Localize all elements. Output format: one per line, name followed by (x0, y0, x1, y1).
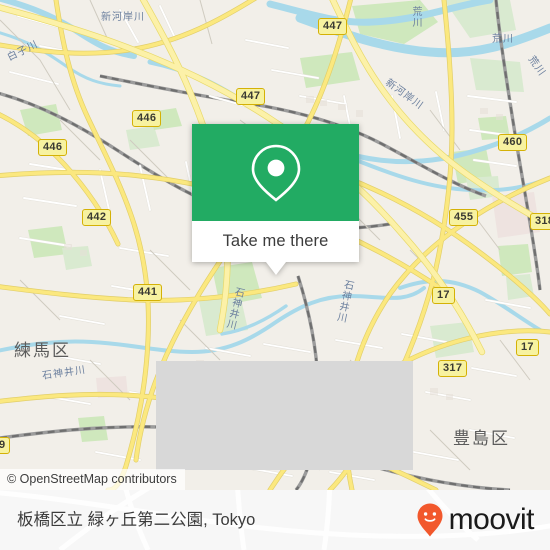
map-label-river: 新河岸川 (101, 12, 145, 23)
map-tile-placeholder (156, 361, 413, 470)
map-label-river: 荒川 (410, 6, 421, 28)
map-pin-icon (251, 144, 300, 202)
moovit-brand[interactable]: moovit (417, 490, 535, 550)
callout-action-panel[interactable]: Take me there (192, 221, 359, 262)
callout-green-panel (192, 124, 359, 221)
route-shield[interactable]: 447 (318, 18, 348, 35)
route-shield[interactable]: 17 (516, 339, 539, 356)
route-shield[interactable]: 446 (38, 139, 68, 156)
route-shield[interactable]: 447 (236, 88, 266, 105)
take-me-there-label: Take me there (222, 232, 329, 250)
moovit-wordmark: moovit (448, 503, 535, 536)
route-shield[interactable]: 455 (449, 209, 479, 226)
route-shield[interactable]: 318 (530, 213, 550, 230)
map-label-river: 荒川 (492, 34, 514, 45)
route-shield[interactable]: 317 (438, 360, 468, 377)
place-title: 板橋区立 緑ヶ丘第二公園, Tokyo (17, 511, 256, 529)
map-label-district: 豊島区 (453, 429, 510, 448)
route-shield[interactable]: 9 (0, 437, 11, 454)
map-attribution[interactable]: © OpenStreetMap contributors (0, 469, 185, 490)
moovit-location-share-card: .land { fill:#f2efe9; } .green { fill:#c… (0, 0, 550, 550)
callout-pointer (265, 262, 286, 275)
map-label-district: 練馬区 (14, 341, 71, 360)
map-canvas[interactable]: .land { fill:#f2efe9; } .green { fill:#c… (0, 0, 550, 490)
take-me-there-callout[interactable]: Take me there (192, 124, 359, 275)
route-shield[interactable]: 446 (132, 110, 162, 127)
route-shield[interactable]: 460 (498, 134, 528, 151)
footer-bar: 板橋区立 緑ヶ丘第二公園, Tokyo moovit (0, 490, 550, 550)
moovit-smiley-pin-icon (417, 503, 443, 537)
route-shield[interactable]: 17 (432, 287, 455, 304)
route-shield[interactable]: 442 (82, 209, 112, 226)
route-shield[interactable]: 441 (133, 284, 163, 301)
